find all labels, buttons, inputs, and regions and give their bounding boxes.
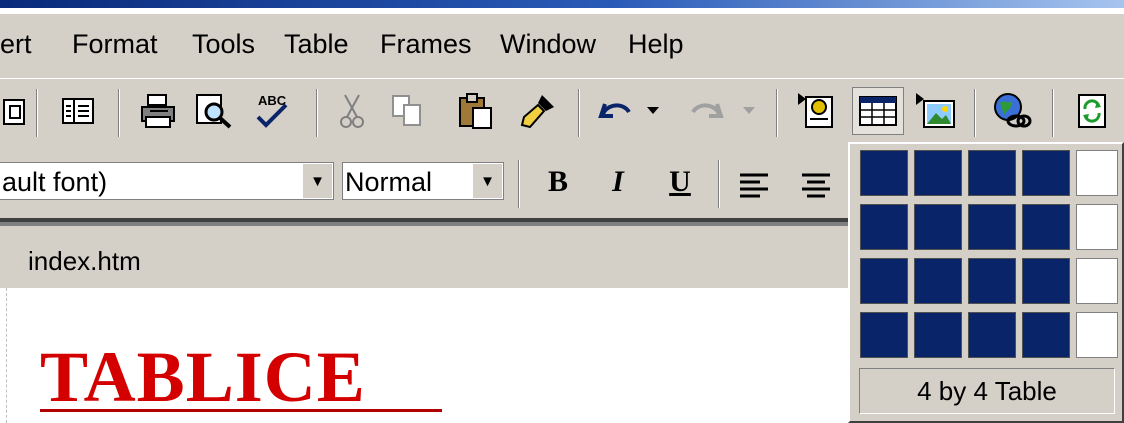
- menu-insert[interactable]: ert: [0, 29, 32, 60]
- table-grid-cell[interactable]: [914, 204, 962, 250]
- toolbar-separator: [974, 89, 976, 137]
- table-grid-cell[interactable]: [1022, 312, 1070, 358]
- toolbar-separator: [776, 89, 778, 137]
- margin-guide: [6, 288, 7, 423]
- table-grid-cell[interactable]: [968, 204, 1016, 250]
- menu-table[interactable]: Table: [284, 29, 349, 60]
- undo-dropdown-icon[interactable]: [640, 87, 666, 135]
- folder-list-icon[interactable]: [0, 87, 30, 135]
- menu-tools[interactable]: Tools: [192, 29, 255, 60]
- redo-dropdown-icon[interactable]: [736, 87, 762, 135]
- redo-icon[interactable]: [684, 87, 728, 135]
- print-icon[interactable]: [136, 87, 180, 135]
- toolbar-separator: [36, 89, 38, 137]
- table-grid-cell[interactable]: [1076, 150, 1118, 196]
- copy-icon[interactable]: [386, 87, 430, 135]
- align-center-icon[interactable]: [794, 162, 838, 210]
- toolbar-separator: [718, 160, 720, 208]
- table-grid-cell[interactable]: [1022, 204, 1070, 250]
- table-grid-cell[interactable]: [860, 204, 908, 250]
- table-grid-cell[interactable]: [1076, 312, 1118, 358]
- navigation-icon[interactable]: [56, 87, 100, 135]
- page-heading: TABLICE: [40, 337, 366, 417]
- refresh-icon[interactable]: [1070, 87, 1114, 135]
- table-grid-cell[interactable]: [860, 150, 908, 196]
- table-grid-cell[interactable]: [1076, 258, 1118, 304]
- table-grid-cell[interactable]: [1022, 150, 1070, 196]
- tab-index-htm[interactable]: index.htm: [28, 246, 141, 277]
- table-grid-cell[interactable]: [860, 312, 908, 358]
- table-grid-cell[interactable]: [860, 258, 908, 304]
- format-painter-icon[interactable]: [516, 87, 560, 135]
- table-grid-cell[interactable]: [968, 312, 1016, 358]
- table-grid-cell[interactable]: [968, 150, 1016, 196]
- table-grid-cell[interactable]: [914, 150, 962, 196]
- insert-picture-icon[interactable]: [914, 87, 958, 135]
- toolbar-separator: [518, 160, 520, 208]
- spelling-icon[interactable]: ABC: [250, 87, 294, 135]
- insert-table-icon[interactable]: [852, 87, 904, 135]
- insert-component-icon[interactable]: [794, 87, 838, 135]
- table-grid-cell[interactable]: [968, 258, 1016, 304]
- toolbar-separator: [118, 89, 120, 137]
- toolbar-separator: [578, 89, 580, 137]
- menu-help[interactable]: Help: [628, 29, 684, 60]
- title-bar: [0, 0, 1124, 14]
- table-size-status: 4 by 4 Table: [859, 368, 1115, 414]
- menu-bar: ert Format Tools Table Frames Window Hel…: [0, 14, 1124, 78]
- table-picker[interactable]: 4 by 4 Table: [848, 142, 1124, 423]
- heading-underline: [40, 409, 442, 412]
- chevron-down-icon[interactable]: ▼: [472, 164, 502, 198]
- toolbar-separator: [1052, 89, 1054, 137]
- font-combo[interactable]: ault font) ▼: [0, 162, 334, 200]
- table-grid-cell[interactable]: [1022, 258, 1070, 304]
- table-grid-cell[interactable]: [1076, 204, 1118, 250]
- toolbar-separator: [316, 89, 318, 137]
- chevron-down-icon[interactable]: ▼: [302, 164, 332, 198]
- hyperlink-icon[interactable]: [990, 87, 1034, 135]
- print-preview-icon[interactable]: [192, 87, 236, 135]
- menu-format[interactable]: Format: [72, 29, 158, 60]
- standard-toolbar: ABC: [0, 78, 1124, 147]
- menu-window[interactable]: Window: [500, 29, 596, 60]
- table-grid-cell[interactable]: [914, 258, 962, 304]
- style-value: Normal: [345, 167, 433, 197]
- italic-button[interactable]: I: [598, 162, 638, 202]
- font-value: ault font): [2, 167, 108, 197]
- style-combo[interactable]: Normal ▼: [342, 162, 504, 200]
- bold-button[interactable]: B: [538, 162, 578, 202]
- paste-icon[interactable]: [454, 87, 498, 135]
- underline-button[interactable]: U: [660, 162, 700, 202]
- title-bar-gradient: [0, 0, 1124, 8]
- cut-icon[interactable]: [330, 87, 374, 135]
- undo-icon[interactable]: [594, 87, 638, 135]
- align-left-icon[interactable]: [732, 162, 776, 210]
- menu-frames[interactable]: Frames: [380, 29, 472, 60]
- table-grid-cell[interactable]: [914, 312, 962, 358]
